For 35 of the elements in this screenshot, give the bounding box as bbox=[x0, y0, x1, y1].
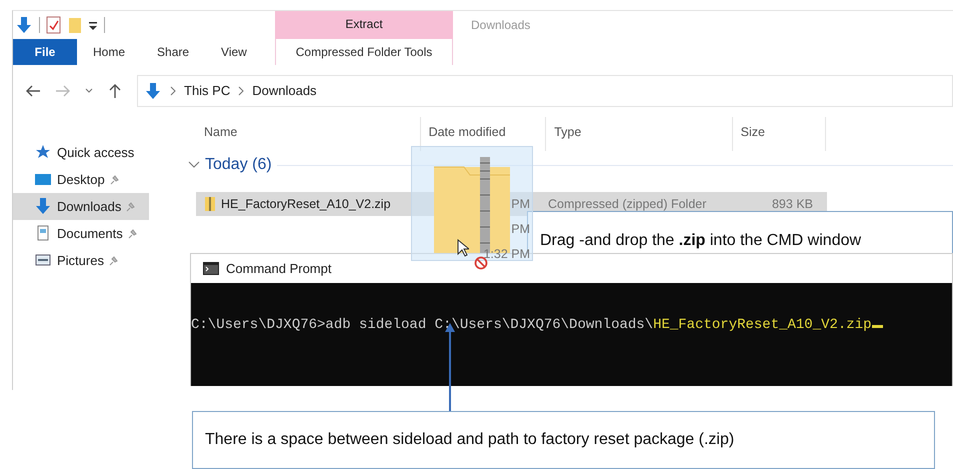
nav-label: Downloads bbox=[57, 198, 122, 216]
window-title: Command Prompt bbox=[226, 260, 332, 278]
nav-item[interactable]: Downloads bbox=[13, 193, 150, 220]
column-header[interactable]: Date modified bbox=[420, 117, 546, 151]
ribbon-tab[interactable]: File bbox=[13, 39, 77, 65]
file-name: HE_FactoryReset_A10_V2.zip bbox=[221, 196, 391, 213]
nav-label: Quick access bbox=[57, 144, 134, 162]
callout-text: Drag -and drop the .zip into the CMD window bbox=[540, 230, 862, 250]
date-cell: PM bbox=[511, 222, 530, 236]
group-heading: Today (6) bbox=[205, 155, 272, 175]
nav-item[interactable]: Documents bbox=[13, 220, 151, 247]
ribbon-tab[interactable]: View bbox=[205, 39, 263, 65]
nav-item[interactable]: Quick access bbox=[13, 139, 134, 166]
breadcrumb[interactable]: This PC bbox=[184, 81, 230, 101]
column-header[interactable]: Type bbox=[546, 117, 733, 151]
nav-item[interactable]: Desktop bbox=[13, 166, 133, 193]
ribbon-tab[interactable]: Share bbox=[141, 39, 206, 65]
size-cell: 893 KB bbox=[772, 196, 813, 211]
nav-item[interactable]: Pictures bbox=[13, 247, 132, 274]
ribbon-tab[interactable]: Home bbox=[77, 39, 142, 65]
ribbon-tab[interactable]: Compressed Folder Tools bbox=[275, 39, 453, 65]
nav-label: Documents bbox=[57, 224, 123, 243]
window-title: Downloads bbox=[471, 17, 530, 34]
nav-label: Desktop bbox=[57, 170, 105, 189]
date-cell: PM bbox=[511, 196, 530, 211]
ribbon-group-label: Extract bbox=[275, 11, 453, 39]
column-header[interactable]: Name bbox=[196, 117, 421, 151]
column-header[interactable]: Size bbox=[732, 117, 826, 151]
callout-text: There is a space between sideload and path to factory reset package (.zip) bbox=[205, 430, 734, 450]
command-text: C:\Users\DJXQ76>adb sideload C:\Users\DJXQ76\Downloads\ bbox=[191, 317, 654, 333]
type-cell: Compressed (zipped) Folder bbox=[548, 196, 706, 211]
breadcrumb[interactable]: Downloads bbox=[252, 81, 317, 101]
address-bar[interactable]: This PC Downloads bbox=[137, 75, 953, 107]
nav-label: Pictures bbox=[57, 252, 104, 270]
file-path-text: HE_FactoryReset_A10_V2.zip bbox=[653, 317, 872, 333]
